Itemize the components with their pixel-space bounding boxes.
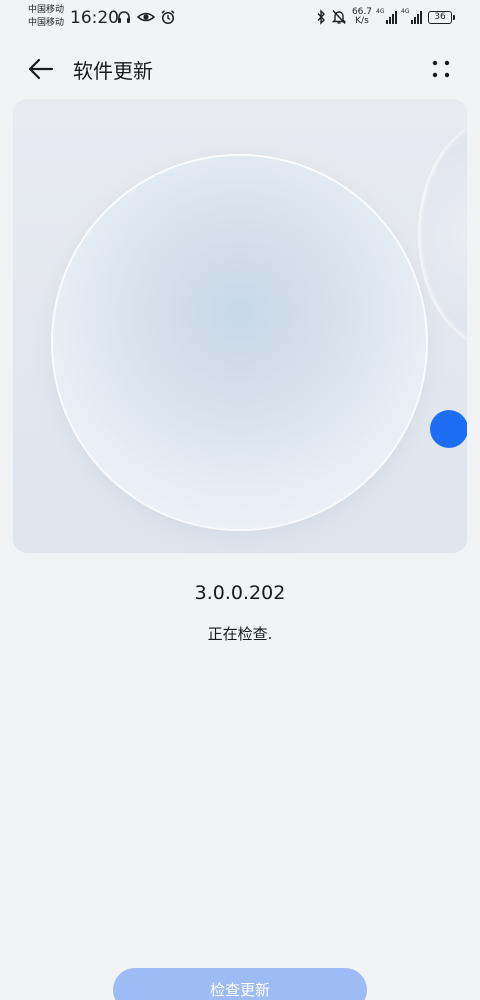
back-button[interactable] <box>24 54 58 84</box>
carrier-2: 中国移动 <box>28 18 65 28</box>
status-icons-left <box>116 9 176 25</box>
net-speed-unit: K/s <box>355 16 369 26</box>
signal-2-tag: 4G <box>401 8 410 15</box>
version-number: 3.0.0.202 <box>194 582 286 604</box>
main-bubble <box>53 156 426 529</box>
signal-icon-2: 4G <box>401 8 422 24</box>
status-bar: 中国移动 中国移动 16:20 66.7 K/s 4G 4G 36 <box>0 0 480 36</box>
carrier-1: 中国移动 <box>28 5 65 15</box>
page-title: 软件更新 <box>73 59 153 83</box>
check-update-button[interactable]: 检查更新 <box>113 968 367 1000</box>
more-dots-icon[interactable] <box>428 56 454 82</box>
update-animation-card <box>13 99 467 553</box>
bluetooth-icon <box>316 9 326 25</box>
status-icons-right: 66.7 K/s 4G 4G 36 <box>316 8 455 26</box>
signal-1-tag: 4G <box>376 8 385 15</box>
mute-bell-icon <box>331 9 346 25</box>
alarm-icon <box>160 9 176 25</box>
progress-indicator-dot <box>430 410 467 448</box>
eye-icon <box>137 9 155 25</box>
back-arrow-icon[interactable] <box>24 54 58 84</box>
app-bar: 软件更新 <box>0 46 480 92</box>
status-time: 16:20 <box>70 8 119 28</box>
signal-icon: 4G <box>376 8 397 24</box>
battery-icon: 36 <box>428 10 455 24</box>
carrier-info: 中国移动 中国移动 <box>28 4 64 30</box>
check-status-text: 正在检查. <box>207 625 273 643</box>
more-button[interactable] <box>428 56 454 82</box>
net-speed: 66.7 K/s <box>352 8 372 26</box>
headphones-icon <box>116 9 132 25</box>
background-bubble-right <box>418 119 467 349</box>
